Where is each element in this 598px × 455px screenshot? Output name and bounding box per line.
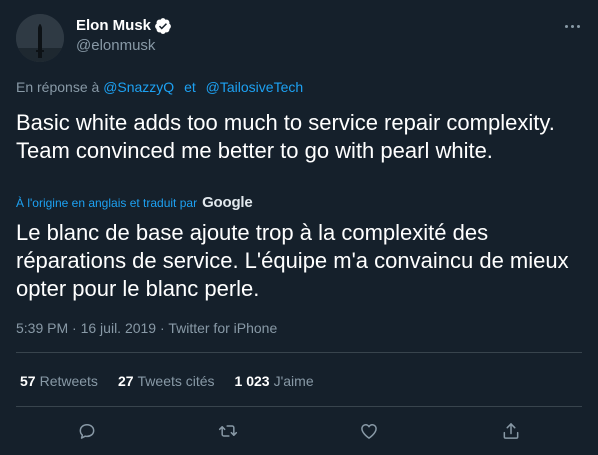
avatar[interactable] [16,14,64,62]
reply-joiner: et [184,79,196,95]
author-name-row[interactable]: Elon Musk [76,17,172,35]
quotes-stat[interactable]: 27 Tweets cités [118,372,215,390]
mention-link[interactable]: @SnazzyQ [103,79,174,95]
more-options-icon[interactable] [560,16,584,36]
quotes-label: Tweets cités [137,373,215,389]
mention-link[interactable]: @TailosiveTech [206,79,303,95]
tweet-time[interactable]: 5:39 PM [16,320,68,336]
reply-prefix: En réponse à [16,79,100,95]
retweets-stat[interactable]: 57 Retweets [20,372,98,390]
reply-icon[interactable] [76,420,98,442]
starship-avatar-icon [16,14,64,62]
divider [16,352,582,353]
tweet-source[interactable]: Twitter for iPhone [168,320,277,336]
translation-note: À l'origine en anglais et traduit par [16,196,198,210]
display-name[interactable]: Elon Musk [76,17,151,35]
author-handle[interactable]: @elonmusk [76,37,155,55]
tweet-meta: 5:39 PM · 16 juil. 2019 · Twitter for iP… [16,319,277,337]
meta-separator: · [160,320,165,336]
retweets-label: Retweets [39,373,98,389]
tweet-date[interactable]: 16 juil. 2019 [81,320,157,336]
reply-context: En réponse à @SnazzyQ et @TailosiveTech [16,78,303,96]
quotes-count: 27 [117,373,134,389]
likes-label: J'aime [273,373,314,389]
translated-text: Le blanc de base ajoute trop à la comple… [16,220,569,301]
share-icon[interactable] [500,420,522,442]
likes-count: 1 023 [234,373,270,389]
meta-separator: · [72,320,77,336]
tweet-stats: 57 Retweets 27 Tweets cités 1 023 J'aime [20,372,334,390]
tweet-text: Basic white adds too much to service rep… [16,110,555,163]
likes-stat[interactable]: 1 023 J'aime [235,372,314,390]
retweets-count: 57 [20,373,36,389]
retweet-icon[interactable] [217,420,239,442]
like-icon[interactable] [358,420,380,442]
google-logo: Google [202,194,253,211]
verified-badge-icon [154,17,172,35]
tweet-card: Elon Musk @elonmusk En réponse à @Snazzy… [0,0,598,455]
divider [16,406,582,407]
translation-attribution: À l'origine en anglais et traduit par Go… [16,195,253,211]
